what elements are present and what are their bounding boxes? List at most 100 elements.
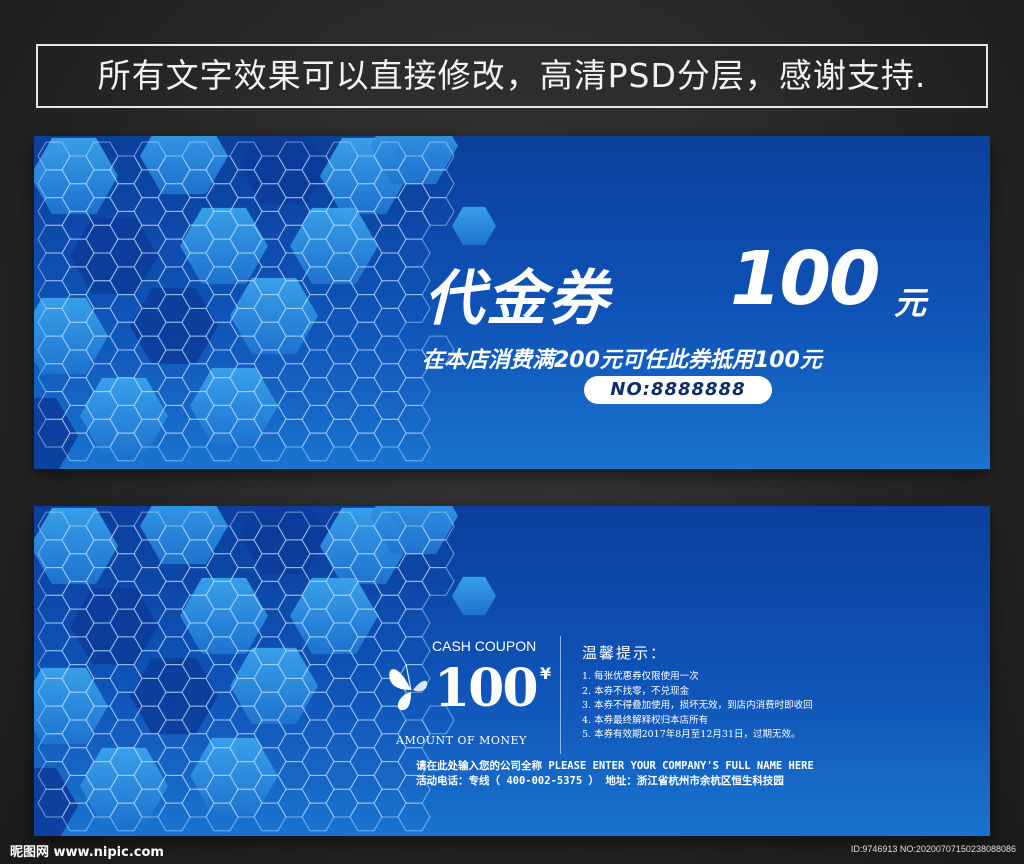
- hexagon-outline: [349, 349, 383, 379]
- hexagon-outline: [349, 432, 383, 462]
- hexagon-outline: [301, 774, 335, 804]
- hexagon-outline: [349, 802, 383, 832]
- hexagon-outline: [301, 349, 335, 379]
- hexagon-outline: [397, 210, 431, 240]
- hexagon-outline: [301, 377, 335, 406]
- hexagon-outline: [397, 608, 431, 638]
- contact-address-line: 活动电话：专线（ 400-002-5375 ） 地址：浙江省杭州市余杭区恒生科技…: [416, 775, 784, 787]
- hexagon-outline: [373, 391, 407, 420]
- hexagon-shape: [230, 647, 318, 725]
- hexagon-outline: [349, 747, 383, 776]
- tip-item: 5. 本券有效期2017年8月至12月31日，过期无效。: [582, 729, 801, 741]
- hexagon-outline: [325, 650, 359, 679]
- hexagon-outline: [301, 432, 335, 462]
- hexagon-outline: [205, 553, 239, 582]
- hexagon-outline: [301, 404, 335, 434]
- hexagon-shape: [130, 657, 218, 735]
- hexagon-outline: [109, 183, 143, 212]
- hexagon-outline: [301, 719, 335, 749]
- vertical-divider: [560, 636, 561, 754]
- hexagon-outline: [397, 404, 431, 434]
- hexagon-outline: [325, 335, 359, 365]
- hexagon-outline: [157, 210, 191, 240]
- hexagon-shape: [130, 287, 218, 365]
- hexagon-outline: [325, 677, 359, 707]
- hexagon-outline: [37, 622, 71, 652]
- hexagon-outline: [157, 432, 191, 462]
- hexagon-shape: [180, 207, 268, 285]
- hexagon-shape: [34, 767, 78, 836]
- hexagon-outline: [325, 733, 359, 763]
- hexagon-outline: [325, 391, 359, 420]
- hexagon-outline: [373, 761, 407, 790]
- hexagon-outline: [277, 363, 311, 393]
- tip-item: 3. 本券不得叠加使用，损坏无效，到店内消费时即收回: [582, 700, 813, 712]
- amount-big: 100: [434, 658, 539, 719]
- tips-list: 1. 每张优惠券仅限使用一次 2. 本券不找零，不兑现金 3. 本券不得叠加使用…: [582, 670, 813, 743]
- coupon-front: 代金券 100 元 在本店消费满200元可任此券抵用100元 NO:888888…: [34, 136, 990, 469]
- hexagon-shape: [34, 137, 118, 215]
- hexagon-outline: [109, 349, 143, 379]
- hexagon-shape: [452, 576, 496, 616]
- hexagon-outline: [277, 391, 311, 420]
- company-name-line: 请在此处输入您的公司全称 PLEASE ENTER YOUR COMPANY'S…: [416, 760, 814, 772]
- hexagon-outline: [421, 197, 455, 226]
- hexagon-outline: [109, 553, 143, 582]
- hexagon-outline: [325, 363, 359, 393]
- hexagon-outline: [301, 747, 335, 776]
- hexagon-outline: [397, 377, 431, 406]
- watermark-id: ID:9746913 NO:20200707150238088086: [850, 844, 1016, 854]
- hexagon-outline: [397, 183, 431, 212]
- hexagon-outline: [373, 418, 407, 448]
- hexagon-outline: [373, 622, 407, 652]
- hexagon-shape: [230, 277, 318, 355]
- hexagon-outline: [277, 418, 311, 448]
- hexagon-shape: [290, 577, 378, 655]
- hexagon-outline: [373, 363, 407, 393]
- hexagon-outline: [301, 802, 335, 832]
- currency-symbol: ¥: [540, 664, 552, 683]
- coupon-back: CASH COUPON 100 ¥ AMOUNT OF MONEY 温馨提示： …: [34, 506, 990, 836]
- title-chinese: 代金券: [424, 264, 610, 334]
- hexagon-outline: [397, 432, 431, 462]
- hexagon-outline: [397, 580, 431, 610]
- hexagon-outline: [349, 719, 383, 749]
- hexagon-shape: [70, 587, 158, 665]
- hexagon-outline: [421, 567, 455, 596]
- hexagon-outline: [133, 197, 167, 226]
- title-amount: 100: [730, 236, 880, 322]
- hexagon-outline: [157, 580, 191, 610]
- hexagon-outline: [325, 705, 359, 735]
- hexagon-outline: [37, 594, 71, 624]
- hexagon-outline: [373, 788, 407, 818]
- tip-item: 2. 本券不找零，不兑现金: [582, 685, 690, 697]
- hexagon-outline: [37, 252, 71, 282]
- hexagon-outline: [349, 294, 383, 323]
- title-unit: 元: [894, 284, 927, 322]
- tip-item: 1. 每张优惠券仅限使用一次: [582, 671, 699, 682]
- hexagon-shape: [180, 577, 268, 655]
- hexagon-outline: [373, 594, 407, 624]
- hexagon-outline: [397, 553, 431, 582]
- hexagon-outline: [277, 761, 311, 790]
- hexagon-outline: [325, 418, 359, 448]
- hexagon-outline: [277, 788, 311, 818]
- hexagon-outline: [157, 802, 191, 832]
- watermark-site: 昵图网 www.nipic.com: [10, 845, 164, 860]
- hexagon-shape: [140, 136, 228, 195]
- amount-of-money-label: AMOUNT OF MONEY: [396, 734, 527, 747]
- butterfly-icon: [389, 663, 428, 711]
- hexagon-outline: [349, 664, 383, 693]
- hexagon-outline: [373, 335, 407, 365]
- coupon-subtitle: 在本店消费满200元可任此券抵用100元: [422, 348, 822, 373]
- hexagon-shape: [140, 506, 228, 565]
- hexagon-outline: [325, 788, 359, 818]
- tip-item: 4. 本券最终解释权归本店所有: [582, 714, 709, 726]
- hexagon-outline: [325, 307, 359, 337]
- hexagon-outline: [349, 321, 383, 351]
- hexagon-outline: [349, 377, 383, 406]
- hexagon-outline: [37, 224, 71, 254]
- hexagon-outline: [325, 280, 359, 309]
- hexagon-outline: [349, 691, 383, 721]
- banner-caption: 所有文字效果可以直接修改，高清PSD分层，感谢支持.: [36, 44, 988, 108]
